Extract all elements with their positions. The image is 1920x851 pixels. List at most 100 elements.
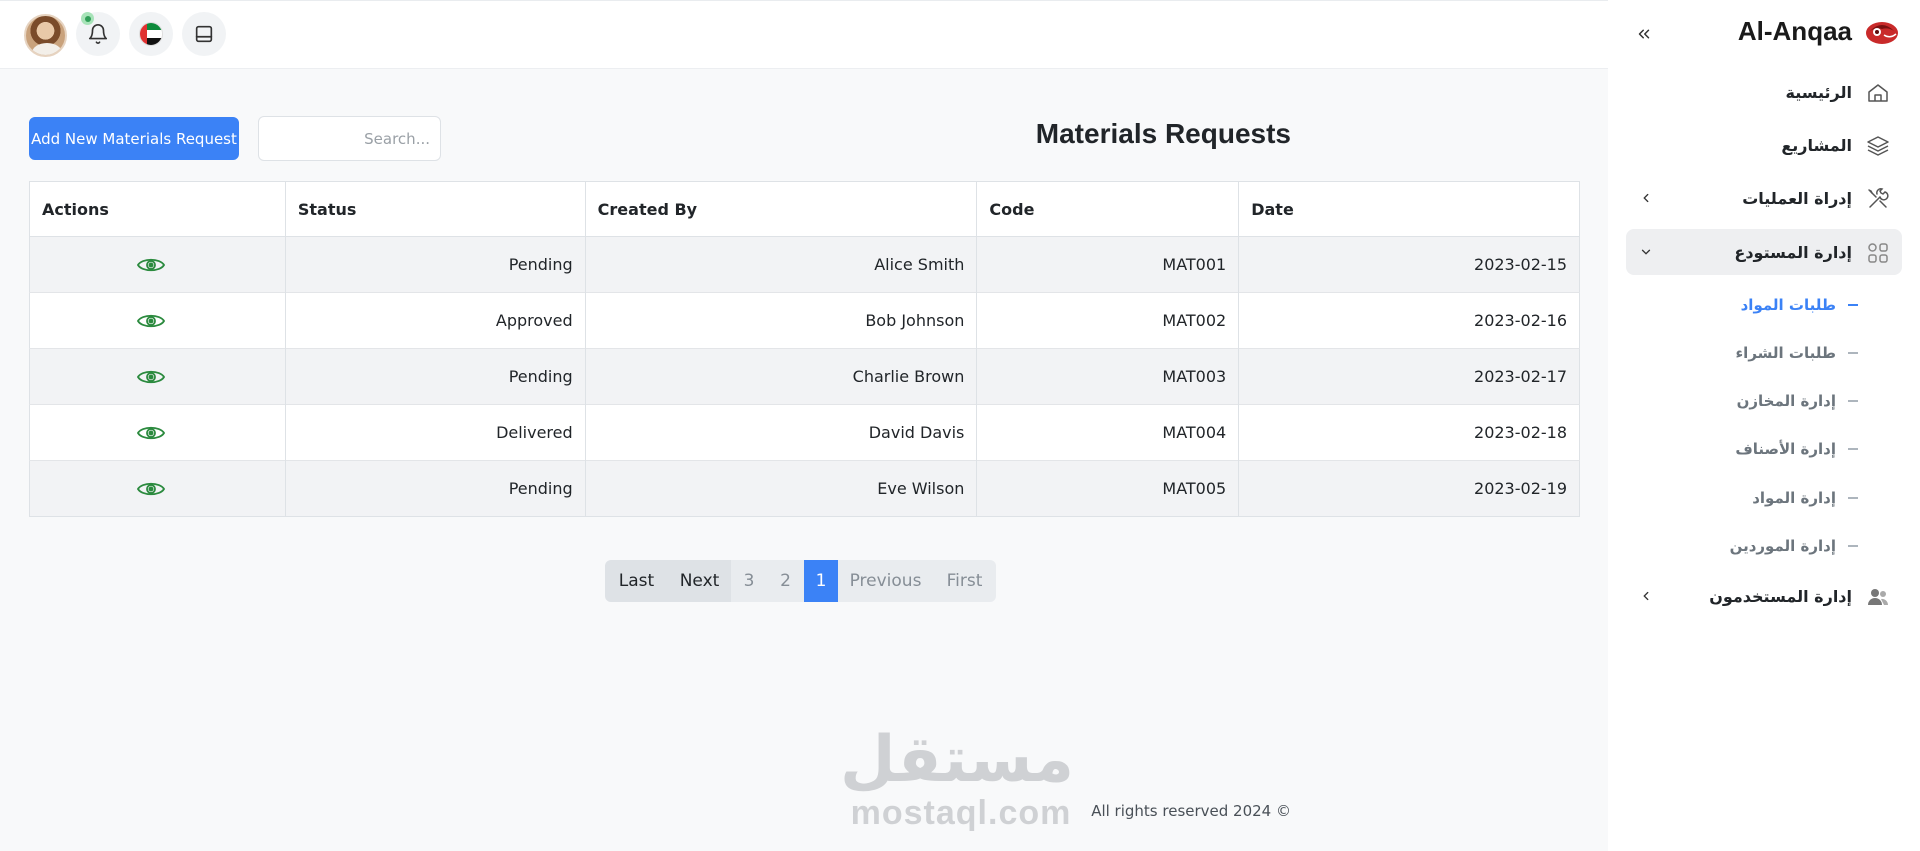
sidebar: Al-Anqaa الرئيسية المشاريع إدراة العمليا… xyxy=(1608,0,1920,851)
created-by-cell: Bob Johnson xyxy=(585,292,978,349)
sidebar-subitem-label: إدارة المواد xyxy=(1752,489,1836,507)
sidebar-subitem-purchase-requests[interactable]: طلبات الشراء xyxy=(1736,338,1858,368)
date-cell: 2023-02-16 xyxy=(1238,292,1580,349)
status-cell: Approved xyxy=(285,292,586,349)
code-cell: MAT002 xyxy=(976,292,1240,349)
view-eye-icon[interactable] xyxy=(137,368,166,386)
table-row: Pending Alice Smith MAT001 2023-02-15 xyxy=(29,236,1580,293)
sidebar-subitem-stores[interactable]: إدارة المخازن xyxy=(1737,386,1858,416)
created-by-cell: David Davis xyxy=(585,404,978,461)
sidebar-item-warehouse[interactable]: إدارة المستودع xyxy=(1626,229,1902,275)
dash-icon xyxy=(1848,497,1858,499)
materials-requests-table: Actions Status Created By Code Date Pend… xyxy=(29,181,1580,517)
bell-icon xyxy=(88,24,108,44)
pagination-next[interactable]: Next xyxy=(668,560,731,602)
sidebar-subitem-label: طلبات الشراء xyxy=(1735,344,1836,362)
page-title: Materials Requests xyxy=(1035,118,1291,149)
collapse-sidebar-button[interactable] xyxy=(1632,22,1656,46)
top-bar xyxy=(0,0,1608,69)
actions-cell xyxy=(29,236,286,293)
status-cell: Pending xyxy=(285,460,586,517)
pagination-first: First xyxy=(933,560,996,602)
sidebar-subitem-suppliers[interactable]: إدارة الموردين xyxy=(1730,531,1858,561)
column-header-status: Status xyxy=(285,181,586,237)
chevrons-left-icon xyxy=(1638,29,1650,39)
fullscreen-button[interactable] xyxy=(182,12,226,56)
tools-icon xyxy=(1868,188,1889,208)
sidebar-item-label: إدراة العمليات xyxy=(1742,188,1852,208)
status-cell: Pending xyxy=(285,236,586,293)
view-eye-icon[interactable] xyxy=(137,312,166,330)
footer-copyright: All rights reserved 2024 © xyxy=(1091,802,1291,820)
table-row: Approved Bob Johnson MAT002 2023-02-16 xyxy=(29,292,1580,349)
sidebar-subitem-materials[interactable]: إدارة المواد xyxy=(1752,483,1858,513)
pagination-page-3[interactable]: 3 xyxy=(731,560,767,602)
status-cell: Delivered xyxy=(285,404,586,461)
brand: Al-Anqaa xyxy=(1738,16,1900,47)
sidebar-item-home[interactable]: الرئيسية xyxy=(1626,69,1902,115)
pagination-previous: Previous xyxy=(838,560,933,602)
grid-icon xyxy=(1868,243,1888,263)
sidebar-item-label: المشاريع xyxy=(1781,135,1852,155)
search-input[interactable] xyxy=(258,116,441,161)
actions-cell xyxy=(29,292,286,349)
sidebar-subitem-categories[interactable]: إدارة الأصناف xyxy=(1735,434,1858,464)
watermark-latin: mostaql.com xyxy=(850,794,1072,832)
code-cell: MAT004 xyxy=(976,404,1240,461)
sidebar-item-label: إدارة المستخدمون xyxy=(1709,586,1852,606)
view-eye-icon[interactable] xyxy=(137,424,166,442)
sidebar-item-label: الرئيسية xyxy=(1785,82,1853,102)
layers-icon xyxy=(1867,136,1889,156)
date-cell: 2023-02-19 xyxy=(1238,460,1580,517)
column-header-code: Code xyxy=(976,181,1240,237)
view-eye-icon[interactable] xyxy=(137,480,166,498)
column-header-created-by: Created By xyxy=(585,181,978,237)
status-cell: Pending xyxy=(285,348,586,405)
pagination-last[interactable]: Last xyxy=(605,560,668,602)
actions-cell xyxy=(29,348,286,405)
notification-dot xyxy=(81,12,94,25)
sidebar-subitem-label: إدارة المخازن xyxy=(1736,392,1836,410)
pagination-page-1[interactable]: 1 xyxy=(804,560,838,602)
watermark: مستقل mostaql.com xyxy=(840,725,1074,832)
chevron-down-icon xyxy=(1636,242,1656,262)
uae-flag-icon xyxy=(139,22,163,46)
dash-icon xyxy=(1848,400,1858,402)
actions-cell xyxy=(29,404,286,461)
view-eye-icon[interactable] xyxy=(137,256,166,274)
users-icon xyxy=(1868,589,1889,605)
pagination: Last Next 3 2 1 Previous First xyxy=(605,560,996,602)
code-cell: MAT005 xyxy=(976,460,1240,517)
sidebar-subitem-label: طلبات المواد xyxy=(1740,296,1836,314)
phoenix-logo-icon xyxy=(1866,21,1898,44)
home-icon xyxy=(1868,84,1888,102)
tablet-icon xyxy=(195,25,213,43)
table-row: Delivered David Davis MAT004 2023-02-18 xyxy=(29,404,1580,461)
table-row: Pending Eve Wilson MAT005 2023-02-19 xyxy=(29,460,1580,517)
sidebar-item-operations[interactable]: إدراة العمليات xyxy=(1626,175,1902,221)
table-row: Pending Charlie Brown MAT003 2023-02-17 xyxy=(29,348,1580,405)
brand-title: Al-Anqaa xyxy=(1737,16,1852,46)
created-by-cell: Alice Smith xyxy=(585,236,978,293)
created-by-cell: Eve Wilson xyxy=(585,460,978,517)
chevron-left-icon xyxy=(1636,586,1656,606)
code-cell: MAT003 xyxy=(976,348,1240,405)
dash-icon xyxy=(1848,352,1858,354)
sidebar-item-users[interactable]: إدارة المستخدمون xyxy=(1626,573,1902,619)
date-cell: 2023-02-18 xyxy=(1238,404,1580,461)
sidebar-subitem-label: إدارة الموردين xyxy=(1729,537,1836,555)
dash-icon xyxy=(1848,545,1858,547)
sidebar-item-projects[interactable]: المشاريع xyxy=(1626,122,1902,168)
sidebar-item-label: إدارة المستودع xyxy=(1734,242,1852,262)
language-button[interactable] xyxy=(129,12,173,56)
sidebar-subitem-label: إدارة الأصناف xyxy=(1735,440,1836,458)
sidebar-subitem-materials-requests[interactable]: طلبات المواد xyxy=(1741,290,1858,320)
actions-cell xyxy=(29,460,286,517)
code-cell: MAT001 xyxy=(976,236,1240,293)
pagination-page-2[interactable]: 2 xyxy=(767,560,804,602)
add-materials-request-button[interactable]: Add New Materials Request xyxy=(29,117,239,160)
table-header-row: Actions Status Created By Code Date xyxy=(29,181,1580,237)
created-by-cell: Charlie Brown xyxy=(585,348,978,405)
column-header-date: Date xyxy=(1238,181,1580,237)
user-avatar[interactable] xyxy=(24,14,67,57)
